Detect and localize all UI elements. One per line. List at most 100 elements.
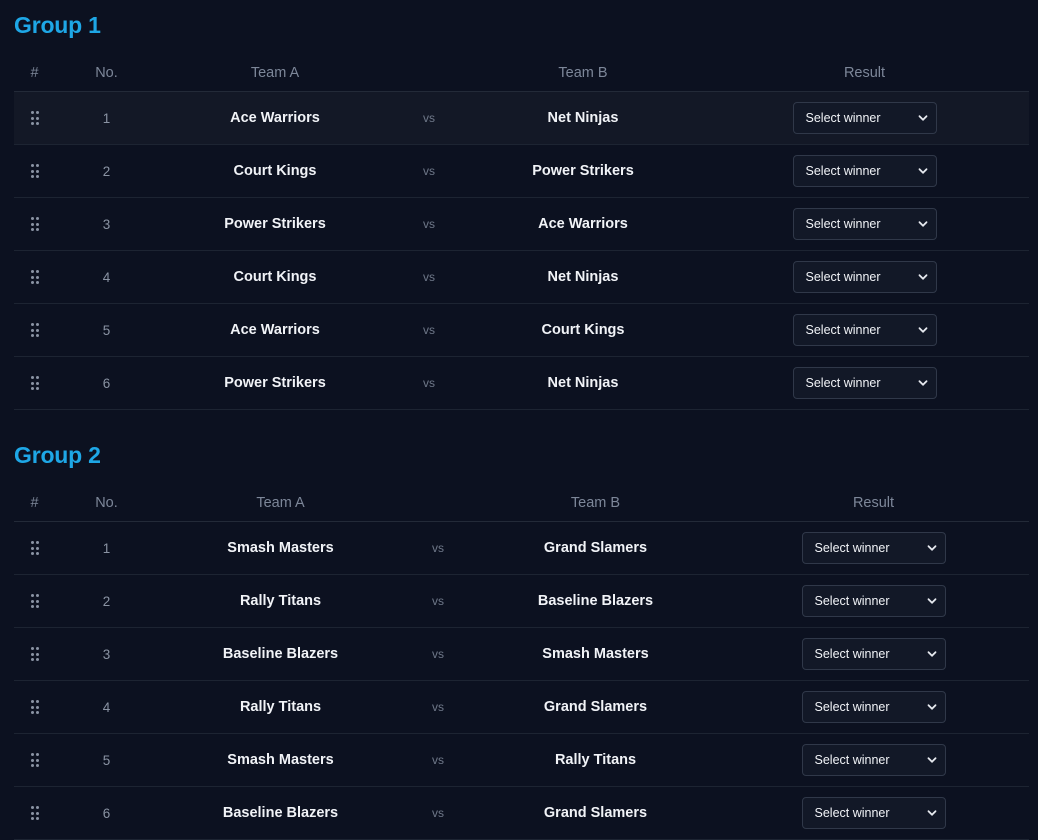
group-title: Group 2 [14, 442, 101, 468]
match-number: 2 [55, 574, 158, 628]
select-winner-value: Select winner [805, 164, 881, 178]
drag-handle-icon[interactable] [30, 323, 39, 338]
chevron-down-icon [918, 274, 927, 280]
select-winner-value: Select winner [814, 541, 890, 555]
team-a-name: Ace Warriors [158, 91, 392, 145]
drag-handle-icon[interactable] [30, 541, 39, 556]
drag-handle-icon[interactable] [30, 217, 39, 232]
vs-label: vs [403, 786, 473, 840]
team-b-name: Power Strikers [466, 144, 700, 198]
select-winner-value: Select winner [805, 376, 881, 390]
team-a-name: Baseline Blazers [158, 786, 403, 840]
chevron-down-icon [927, 651, 936, 657]
match-row: 3 Power Strikers vs Ace Warriors Select winn… [14, 197, 1029, 251]
select-winner-dropdown[interactable]: Select winner [792, 102, 937, 134]
match-row: 2 Rally Titans vs Baseline Blazers Select wi… [14, 574, 1029, 628]
column-header-vs [403, 484, 473, 522]
match-row: 1 Ace Warriors vs Net Ninjas Select winner [14, 91, 1029, 145]
match-row: 5 Smash Masters vs Rally Titans Select winne… [14, 733, 1029, 787]
column-header-hash: # [14, 484, 55, 522]
select-winner-dropdown[interactable]: Select winner [801, 797, 946, 829]
team-b-name: Grand Slamers [473, 521, 718, 575]
chevron-down-icon [927, 545, 936, 551]
table-header-row: # No. Team A Team B Result [14, 484, 1029, 522]
team-a-name: Power Strikers [158, 197, 392, 251]
vs-label: vs [392, 197, 466, 251]
match-row: 4 Rally Titans vs Grand Slamers Select winne… [14, 680, 1029, 734]
drag-handle-icon[interactable] [30, 164, 39, 179]
match-number: 4 [55, 250, 158, 304]
select-winner-value: Select winner [805, 111, 881, 125]
drag-handle-icon[interactable] [30, 594, 39, 609]
team-b-name: Grand Slamers [473, 680, 718, 734]
column-header-vs [392, 54, 466, 92]
team-a-name: Court Kings [158, 250, 392, 304]
select-winner-value: Select winner [814, 594, 890, 608]
column-header-team-a: Team A [158, 484, 403, 522]
select-winner-dropdown[interactable]: Select winner [801, 585, 946, 617]
match-number: 3 [55, 627, 158, 681]
group-1-section: Group 1 # No. Team A Team B Result 1 Ace … [14, 10, 1029, 410]
drag-handle-icon[interactable] [30, 753, 39, 768]
group-title: Group 1 [14, 12, 101, 38]
drag-handle-icon[interactable] [30, 111, 39, 126]
vs-label: vs [392, 250, 466, 304]
drag-handle-icon[interactable] [30, 700, 39, 715]
column-header-no: No. [55, 484, 158, 522]
drag-handle-icon[interactable] [30, 270, 39, 285]
select-winner-dropdown[interactable]: Select winner [792, 314, 937, 346]
vs-label: vs [403, 680, 473, 734]
vs-label: vs [392, 144, 466, 198]
match-number: 2 [55, 144, 158, 198]
chevron-down-icon [918, 115, 927, 121]
column-header-team-a: Team A [158, 54, 392, 92]
match-row: 6 Power Strikers vs Net Ninjas Select winner [14, 356, 1029, 410]
vs-label: vs [392, 356, 466, 410]
match-row: 3 Baseline Blazers vs Smash Masters Select w… [14, 627, 1029, 681]
column-header-result: Result [718, 484, 1029, 522]
match-number: 6 [55, 786, 158, 840]
select-winner-dropdown[interactable]: Select winner [792, 155, 937, 187]
match-number: 6 [55, 356, 158, 410]
chevron-down-icon [918, 221, 927, 227]
chevron-down-icon [918, 380, 927, 386]
select-winner-dropdown[interactable]: Select winner [801, 691, 946, 723]
select-winner-dropdown[interactable]: Select winner [792, 261, 937, 293]
select-winner-value: Select winner [805, 217, 881, 231]
team-a-name: Court Kings [158, 144, 392, 198]
match-number: 4 [55, 680, 158, 734]
drag-handle-icon[interactable] [30, 647, 39, 662]
column-header-hash: # [14, 54, 55, 92]
select-winner-dropdown[interactable]: Select winner [801, 532, 946, 564]
match-number: 1 [55, 521, 158, 575]
select-winner-dropdown[interactable]: Select winner [792, 208, 937, 240]
match-row: 4 Court Kings vs Net Ninjas Select winner [14, 250, 1029, 304]
column-header-result: Result [700, 54, 1029, 92]
team-a-name: Ace Warriors [158, 303, 392, 357]
match-number: 3 [55, 197, 158, 251]
column-header-team-b: Team B [466, 54, 700, 92]
team-b-name: Rally Titans [473, 733, 718, 787]
select-winner-dropdown[interactable]: Select winner [801, 744, 946, 776]
team-b-name: Net Ninjas [466, 356, 700, 410]
chevron-down-icon [927, 598, 936, 604]
match-row: 6 Baseline Blazers vs Grand Slamers Select w… [14, 786, 1029, 840]
select-winner-dropdown[interactable]: Select winner [792, 367, 937, 399]
column-header-team-b: Team B [473, 484, 718, 522]
select-winner-value: Select winner [814, 806, 890, 820]
select-winner-dropdown[interactable]: Select winner [801, 638, 946, 670]
vs-label: vs [403, 521, 473, 575]
vs-label: vs [403, 574, 473, 628]
team-b-name: Baseline Blazers [473, 574, 718, 628]
select-winner-value: Select winner [814, 647, 890, 661]
match-number: 1 [55, 91, 158, 145]
select-winner-value: Select winner [814, 753, 890, 767]
select-winner-value: Select winner [814, 700, 890, 714]
team-b-name: Grand Slamers [473, 786, 718, 840]
select-winner-value: Select winner [805, 323, 881, 337]
match-row: 1 Smash Masters vs Grand Slamers Select winn… [14, 521, 1029, 575]
drag-handle-icon[interactable] [30, 376, 39, 391]
chevron-down-icon [927, 757, 936, 763]
drag-handle-icon[interactable] [30, 806, 39, 821]
chevron-down-icon [918, 327, 927, 333]
